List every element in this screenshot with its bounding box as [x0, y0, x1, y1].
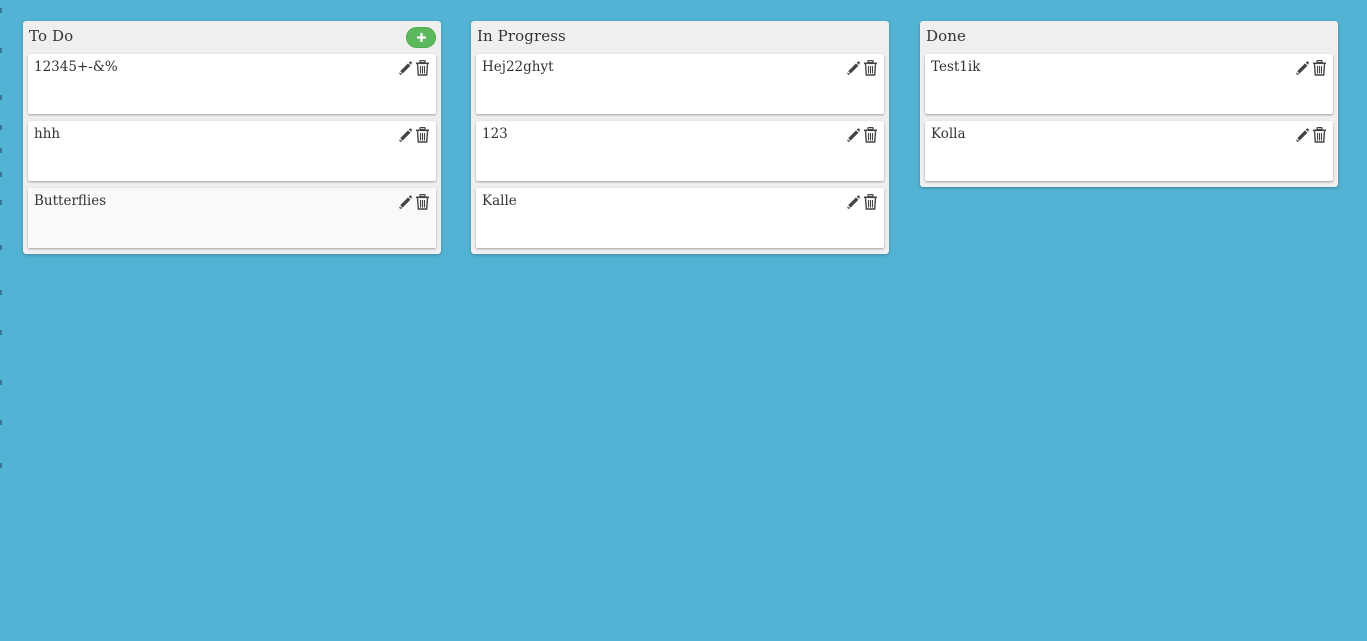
- plus-icon: [417, 33, 426, 42]
- card-actions: [842, 127, 878, 143]
- pencil-icon[interactable]: [1294, 127, 1309, 143]
- card-actions: [1291, 127, 1327, 143]
- column-title: In Progress: [477, 27, 566, 45]
- add-card-button[interactable]: [406, 27, 436, 48]
- trash-icon[interactable]: [415, 60, 430, 76]
- card-actions: [394, 194, 430, 210]
- card[interactable]: Kalle: [476, 188, 884, 248]
- card[interactable]: Butterflies: [28, 188, 436, 248]
- column-todo: To Do 12345+-&% hhh Butterflies: [23, 21, 441, 254]
- pencil-icon[interactable]: [1294, 60, 1309, 76]
- card-text: Test1ik: [931, 59, 981, 75]
- card[interactable]: 12345+-&%: [28, 54, 436, 114]
- left-edge-marks: [0, 0, 2, 480]
- pencil-icon[interactable]: [845, 194, 860, 210]
- pencil-icon[interactable]: [397, 60, 412, 76]
- card[interactable]: Test1ik: [925, 54, 1333, 114]
- pencil-icon[interactable]: [397, 127, 412, 143]
- card[interactable]: 123: [476, 121, 884, 181]
- card-actions: [1291, 60, 1327, 76]
- trash-icon[interactable]: [1312, 60, 1327, 76]
- column-header: In Progress: [476, 21, 884, 54]
- card[interactable]: hhh: [28, 121, 436, 181]
- kanban-board: To Do 12345+-&% hhh Butterflies In Progr…: [0, 0, 1367, 641]
- card-text: Kolla: [931, 126, 966, 142]
- card[interactable]: Kolla: [925, 121, 1333, 181]
- card-actions: [394, 60, 430, 76]
- card-actions: [842, 194, 878, 210]
- trash-icon[interactable]: [863, 127, 878, 143]
- trash-icon[interactable]: [415, 194, 430, 210]
- column-in-progress: In Progress Hej22ghyt 123 Kalle: [471, 21, 889, 254]
- pencil-icon[interactable]: [845, 127, 860, 143]
- card-actions: [842, 60, 878, 76]
- trash-icon[interactable]: [415, 127, 430, 143]
- pencil-icon[interactable]: [397, 194, 412, 210]
- card[interactable]: Hej22ghyt: [476, 54, 884, 114]
- card-actions: [394, 127, 430, 143]
- card-text: Kalle: [482, 193, 517, 209]
- column-done: Done Test1ik Kolla: [920, 21, 1338, 187]
- pencil-icon[interactable]: [845, 60, 860, 76]
- column-title: To Do: [29, 27, 74, 45]
- card-text: hhh: [34, 126, 61, 142]
- card-text: Hej22ghyt: [482, 59, 554, 75]
- column-title: Done: [926, 27, 966, 45]
- trash-icon[interactable]: [1312, 127, 1327, 143]
- trash-icon[interactable]: [863, 60, 878, 76]
- card-text: 123: [482, 126, 508, 142]
- column-header: Done: [925, 21, 1333, 54]
- column-header: To Do: [28, 21, 436, 54]
- card-text: 12345+-&%: [34, 59, 118, 75]
- trash-icon[interactable]: [863, 194, 878, 210]
- card-text: Butterflies: [34, 193, 107, 209]
